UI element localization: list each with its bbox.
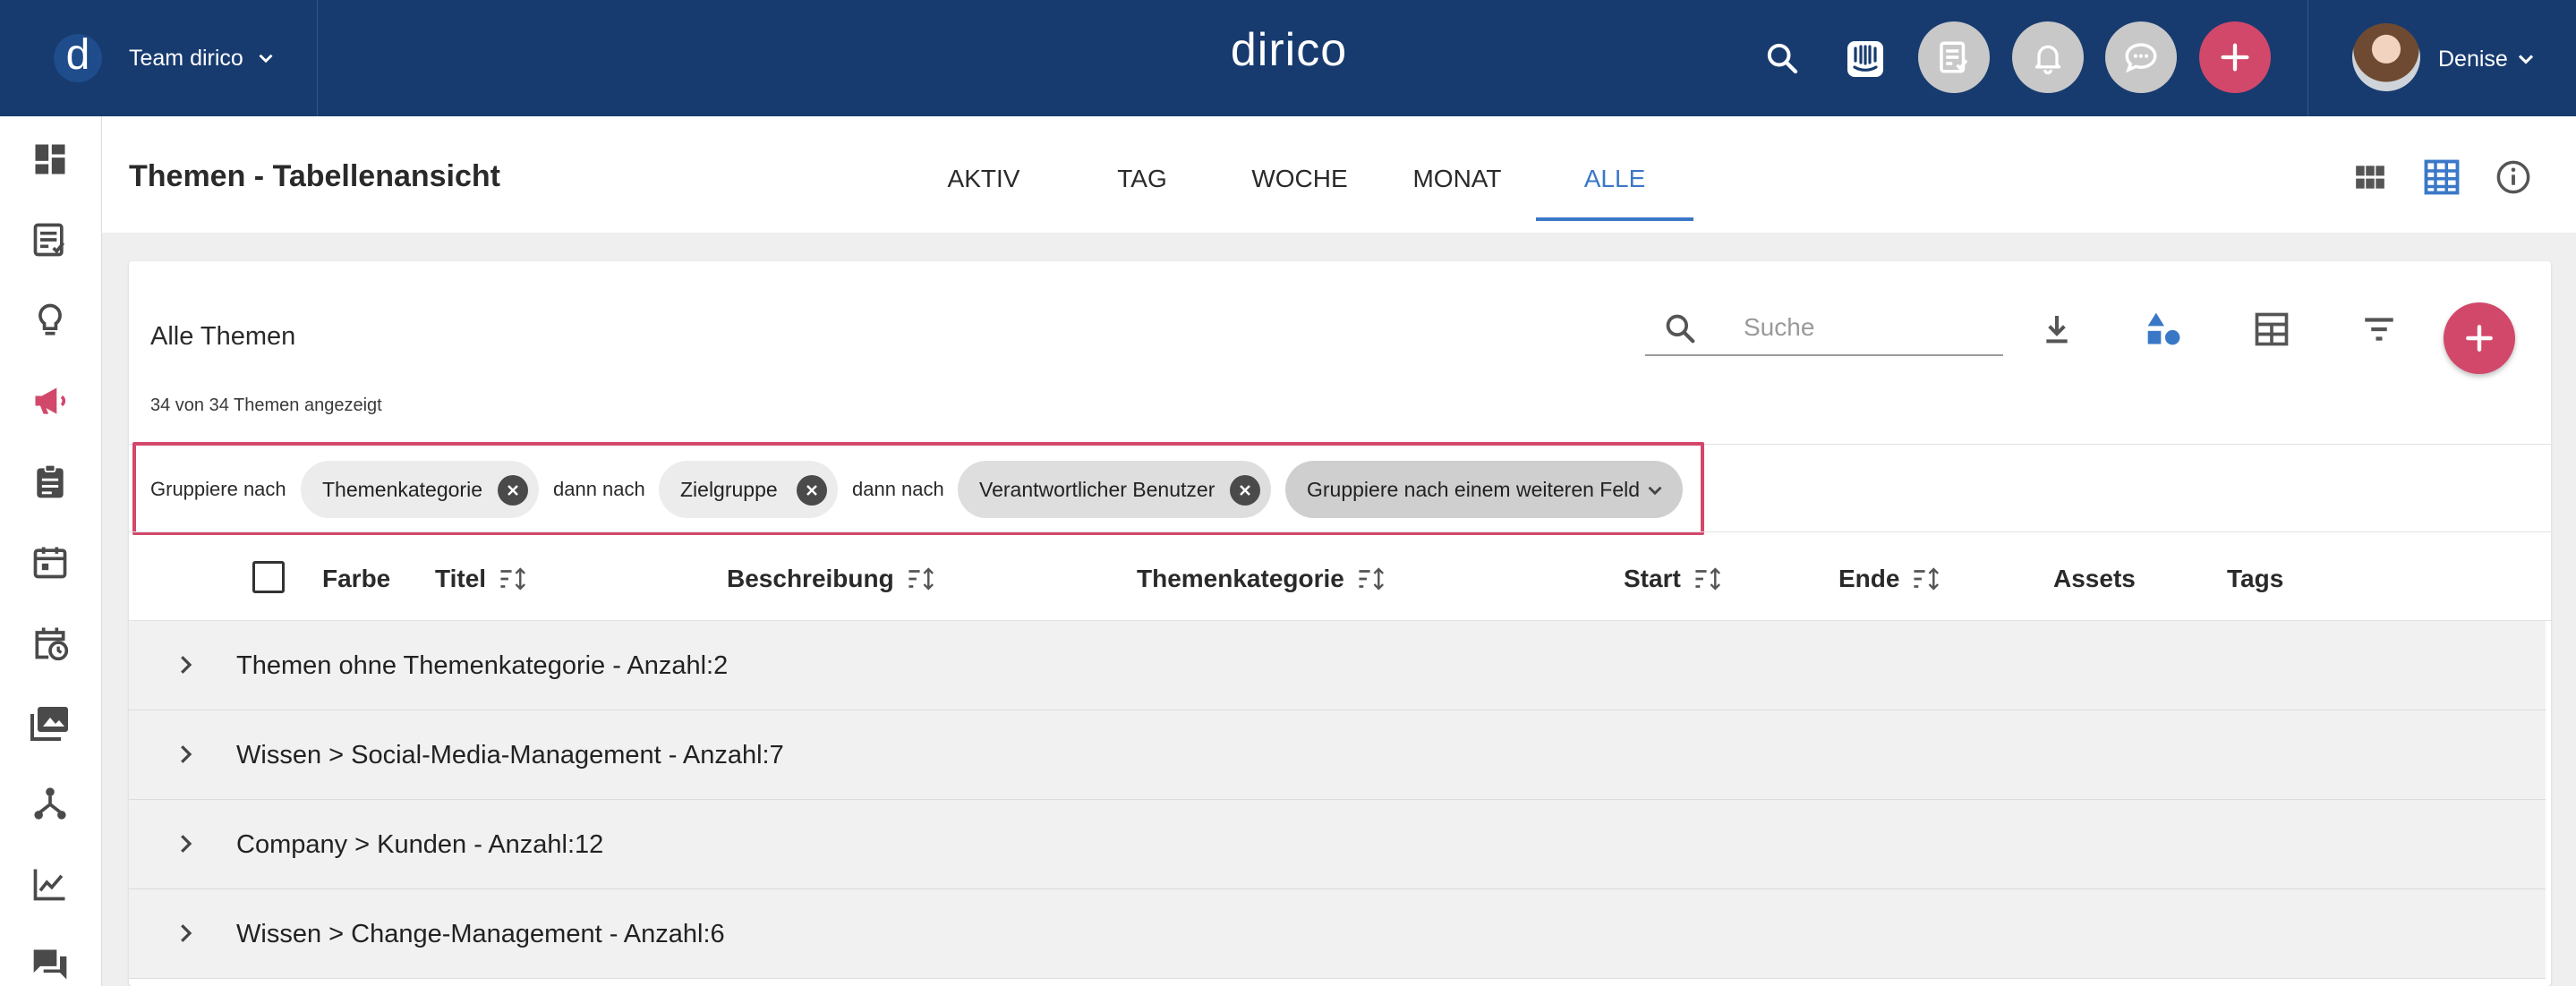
remove-icon[interactable] — [797, 475, 827, 506]
photos-icon[interactable] — [27, 700, 73, 746]
grid-view-icon[interactable] — [2347, 154, 2393, 200]
sidebar — [0, 116, 102, 986]
group-row-label: Wissen > Change-Management - Anzahl:6 — [236, 920, 725, 948]
download-icon[interactable] — [2032, 304, 2082, 354]
lightbulb-icon[interactable] — [27, 297, 73, 344]
brand-logo: dirico — [1230, 24, 1348, 76]
intercom-icon[interactable] — [1842, 36, 1889, 82]
filter-icon[interactable] — [2354, 304, 2404, 354]
chip-label: Verantwortlicher Benutzer — [979, 477, 1215, 501]
column-tags: Tags — [2227, 565, 2284, 592]
megaphone-icon[interactable] — [27, 378, 73, 424]
group-row-label: Themen ohne Themenkategorie - Anzahl:2 — [236, 651, 729, 680]
chip-label: Themenkategorie — [322, 477, 482, 501]
table-view-icon[interactable] — [2418, 154, 2465, 200]
sort-icon[interactable] — [499, 565, 529, 592]
chevron-down-icon[interactable] — [2513, 47, 2538, 76]
checklist-icon[interactable] — [27, 217, 73, 263]
group-row-label: Company > Kunden - Anzahl:12 — [236, 830, 604, 859]
group-chip-verantwortlicher-benutzer[interactable]: Verantwortlicher Benutzer — [958, 461, 1271, 518]
column-themenkategorie[interactable]: Themenkategorie — [1137, 565, 1387, 593]
group-chip-themenkategorie[interactable]: Themenkategorie — [301, 461, 539, 518]
remove-icon[interactable] — [1230, 475, 1260, 506]
group-by-label: Gruppiere nach — [150, 478, 286, 500]
themes-card: Alle Themen 34 von 34 Themen angezeigt G… — [129, 261, 2551, 986]
table-header: Farbe Titel Beschreibung Themenkategorie… — [129, 531, 2551, 621]
column-ende[interactable]: Ende — [1838, 565, 1942, 593]
dashboard-icon[interactable] — [27, 136, 73, 183]
shapes-icon[interactable] — [2139, 304, 2189, 354]
team-name[interactable]: Team dirico — [129, 46, 243, 72]
group-chip-zielgruppe[interactable]: Zielgruppe — [659, 461, 838, 518]
card-title: Alle Themen — [150, 322, 296, 351]
calendar-clock-icon[interactable] — [27, 619, 73, 666]
tab-aktiv[interactable]: AKTIV — [934, 165, 1033, 193]
then-by-label: dann nach — [553, 478, 645, 500]
tab-monat[interactable]: MONAT — [1402, 165, 1513, 193]
sort-icon[interactable] — [907, 565, 937, 592]
then-by-label: dann nach — [852, 478, 944, 500]
chevron-right-icon[interactable] — [172, 651, 199, 683]
search-input[interactable] — [1744, 310, 1994, 345]
network-icon[interactable] — [27, 780, 73, 827]
column-start[interactable]: Start — [1624, 565, 1724, 593]
bell-icon[interactable] — [2012, 21, 2084, 93]
chart-icon[interactable] — [27, 861, 73, 907]
column-beschreibung[interactable]: Beschreibung — [727, 565, 937, 593]
group-row[interactable]: Company > Kunden - Anzahl:12 — [129, 800, 2546, 889]
page-title: Themen - Tabellenansicht — [129, 159, 501, 193]
chevron-right-icon[interactable] — [172, 920, 199, 951]
group-row[interactable]: Wissen > Social-Media-Management - Anzah… — [129, 710, 2546, 800]
group-row-label: Wissen > Social-Media-Management - Anzah… — [236, 741, 784, 769]
tasks-icon[interactable] — [1918, 21, 1990, 93]
remove-icon[interactable] — [498, 475, 528, 506]
info-icon[interactable] — [2490, 154, 2537, 200]
active-tab-indicator — [1536, 217, 1693, 221]
top-bar: d Team dirico dirico Denise — [0, 0, 2576, 116]
sort-icon[interactable] — [1693, 565, 1724, 592]
clipboard-icon[interactable] — [27, 458, 73, 505]
column-assets: Assets — [2053, 565, 2136, 592]
chevron-right-icon[interactable] — [172, 741, 199, 772]
group-row[interactable]: Wissen > Change-Management - Anzahl:6 — [129, 889, 2546, 979]
chat-icon[interactable] — [2105, 21, 2177, 93]
tab-woche[interactable]: WOCHE — [1244, 165, 1355, 193]
tab-tag[interactable]: TAG — [1096, 165, 1189, 193]
select-all-checkbox[interactable] — [252, 561, 285, 593]
table-columns-icon[interactable] — [2247, 304, 2297, 354]
group-row[interactable]: Themen ohne Themenkategorie - Anzahl:2 — [129, 621, 2546, 710]
topbar-divider — [2307, 0, 2308, 116]
chevron-down-icon[interactable] — [254, 47, 277, 70]
chevron-down-icon — [1643, 479, 1667, 507]
column-farbe[interactable]: Farbe — [322, 565, 390, 593]
sort-icon[interactable] — [1912, 565, 1942, 592]
plus-icon[interactable] — [2199, 21, 2271, 93]
tab-alle[interactable]: ALLE — [1536, 165, 1693, 193]
team-logo: d — [54, 34, 102, 82]
column-titel[interactable]: Titel — [435, 565, 529, 593]
add-icon[interactable] — [2444, 302, 2515, 374]
team-switcher[interactable]: d Team dirico — [0, 0, 318, 116]
result-count: 34 von 34 Themen angezeigt — [150, 395, 382, 415]
user-name[interactable]: Denise — [2438, 47, 2508, 72]
search-icon — [1663, 311, 1697, 350]
sort-icon[interactable] — [1357, 565, 1387, 592]
chip-label: Zielgruppe — [680, 477, 778, 501]
forum-icon[interactable] — [27, 941, 73, 986]
calendar-icon[interactable] — [27, 539, 73, 585]
add-group-dropdown[interactable]: Gruppiere nach einem weiteren Feld — [1285, 461, 1683, 518]
search-icon[interactable] — [1760, 36, 1804, 81]
search-field[interactable] — [1645, 301, 2003, 356]
add-group-label: Gruppiere nach einem weiteren Feld — [1307, 477, 1641, 501]
avatar[interactable] — [2352, 23, 2420, 91]
chevron-right-icon[interactable] — [172, 830, 199, 862]
